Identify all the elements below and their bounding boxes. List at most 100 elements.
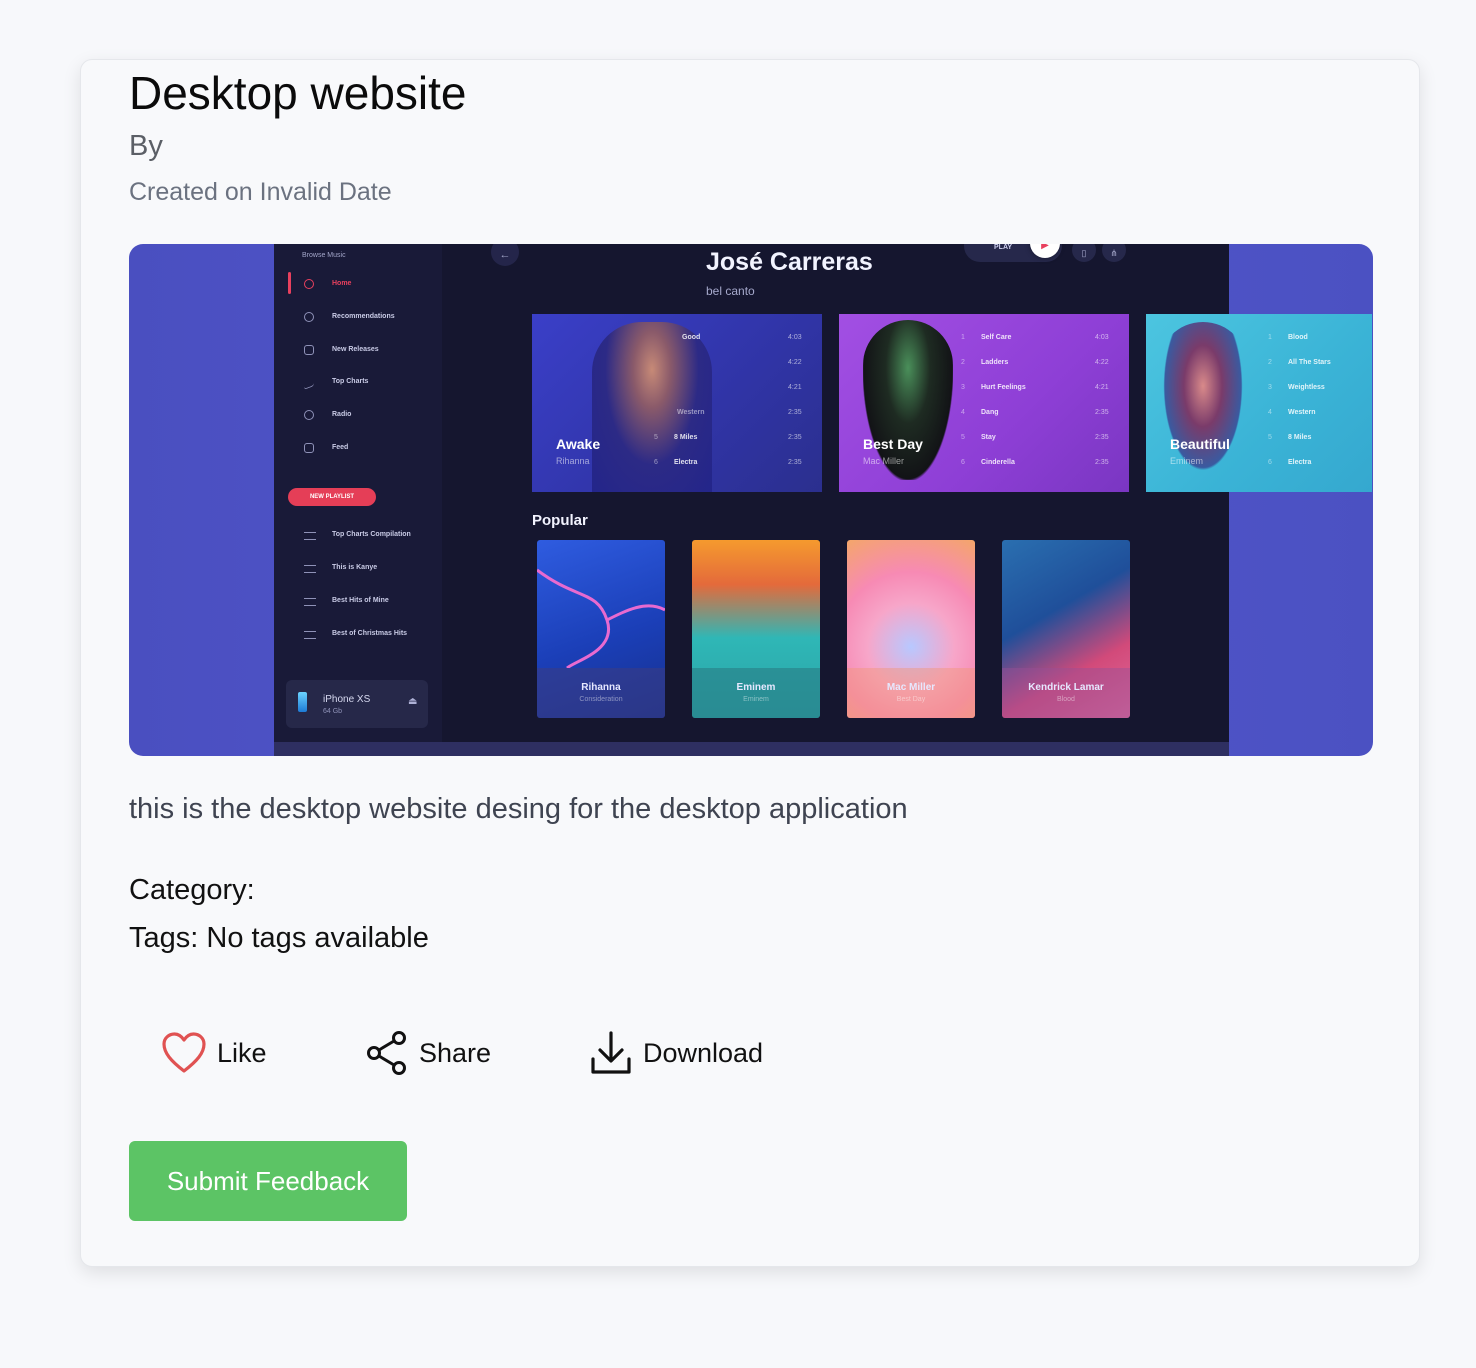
preview-album-artist: Eminem <box>1170 456 1204 466</box>
preview-track-time: 4:21 <box>788 384 802 391</box>
preview-image[interactable]: Browse Music Home Recommendations New Re… <box>129 244 1373 756</box>
post-title: Desktop website <box>129 67 467 119</box>
preview-album-card: Beautiful Eminem 1 Blood 2 All The Stars… <box>1146 314 1372 492</box>
preview-sidebar: Browse Music Home Recommendations New Re… <box>274 244 442 742</box>
preview-popular-subtitle: Consideration <box>579 696 623 703</box>
post-created-date: Created on Invalid Date <box>129 178 392 206</box>
preview-play-control: PLAY ▶ <box>964 244 1062 262</box>
preview-track: Weightless <box>1288 384 1325 391</box>
preview-sidebar-heading: Browse Music <box>302 252 346 259</box>
share-small-icon: ⋔ <box>1102 244 1126 262</box>
preview-track-number: 5 <box>654 434 658 441</box>
like-label: Like <box>217 1037 267 1068</box>
preview-popular-subtitle: Blood <box>1057 696 1075 703</box>
preview-track: All The Stars <box>1288 359 1331 366</box>
play-icon: ▶ <box>1030 244 1060 258</box>
preview-nav-feed: Feed <box>332 444 349 451</box>
preview-track: Electra <box>1288 459 1312 466</box>
album-portrait-image <box>592 322 712 492</box>
preview-popular-card: Rihanna Consideration <box>537 540 665 718</box>
preview-track-number: 4 <box>1268 409 1272 416</box>
preview-track-time: 4:03 <box>788 334 802 341</box>
heart-icon <box>162 1032 206 1073</box>
playlist-icon <box>304 565 316 573</box>
eject-icon: ⏏ <box>408 696 418 707</box>
preview-popular-footer <box>1002 668 1130 718</box>
preview-track-time: 2:35 <box>1095 409 1109 416</box>
preview-album-artist: Mac Miller <box>863 456 905 466</box>
radio-icon <box>304 410 314 420</box>
preview-track-number: 4 <box>961 409 965 416</box>
trending-icon <box>304 376 314 390</box>
preview-popular-art <box>537 568 665 668</box>
preview-track: Blood <box>1288 334 1308 341</box>
preview-device-name: iPhone XS <box>323 694 371 705</box>
submit-feedback-button[interactable]: Submit Feedback <box>129 1141 407 1221</box>
download-button[interactable]: Download <box>589 1028 763 1078</box>
playlist-icon <box>304 532 316 540</box>
preview-track-number: 5 <box>1268 434 1272 441</box>
preview-track: Ladders <box>981 359 1009 366</box>
preview-track: 8 Miles <box>1288 434 1312 441</box>
post-author: By <box>129 130 163 162</box>
preview-nav-top-charts: Top Charts <box>332 378 369 385</box>
preview-track: Hurt Feelings <box>981 384 1026 391</box>
preview-active-indicator <box>288 272 291 294</box>
preview-track: Electra <box>674 459 698 466</box>
preview-track-number: 3 <box>1268 384 1272 391</box>
preview-track-time: 2:35 <box>788 434 802 441</box>
preview-device-storage: 64 Gb <box>323 708 343 715</box>
preview-track-number: 6 <box>961 459 965 466</box>
download-icon <box>591 1031 631 1074</box>
preview-track-time: 4:22 <box>788 359 802 366</box>
preview-app-window: Browse Music Home Recommendations New Re… <box>274 244 1372 742</box>
post-tags: Tags: No tags available <box>129 922 429 954</box>
preview-popular-footer <box>537 668 665 718</box>
post-category: Category: <box>129 874 255 906</box>
share-label: Share <box>419 1037 492 1068</box>
preview-playlist-item: Best of Christmas Hits <box>332 630 408 637</box>
playlist-icon <box>304 631 316 639</box>
preview-track-time: 2:35 <box>1095 459 1109 466</box>
share-button[interactable]: Share <box>365 1028 491 1078</box>
preview-playlist-item: Top Charts Compilation <box>332 531 411 538</box>
like-button[interactable]: Like <box>161 1028 267 1078</box>
preview-track-number: 3 <box>961 384 965 391</box>
preview-nav-recommendations: Recommendations <box>332 313 395 320</box>
preview-popular-title: Rihanna <box>581 682 621 693</box>
preview-player-bar <box>274 742 1229 756</box>
preview-popular-card: Eminem Eminem <box>692 540 820 718</box>
preview-play-label: PLAY <box>994 244 1013 251</box>
preview-track-time: 4:22 <box>1095 359 1109 366</box>
preview-device-card: iPhone XS 64 Gb ⏏ <box>286 680 428 728</box>
post-description: this is the desktop website desing for t… <box>129 793 908 825</box>
preview-nav-radio: Radio <box>332 411 352 418</box>
calendar-icon <box>304 345 314 355</box>
preview-track-time: 2:35 <box>788 409 802 416</box>
playlist-icon <box>304 598 316 606</box>
preview-playlist-item: Best Hits of Mine <box>332 597 389 604</box>
preview-track-number: 2 <box>961 359 965 366</box>
preview-track: Dang <box>981 409 999 416</box>
preview-track-time: 2:35 <box>788 459 802 466</box>
back-arrow-icon: ← <box>491 244 519 266</box>
preview-album-title: Beautiful <box>1170 436 1230 452</box>
preview-track: Western <box>1288 409 1316 416</box>
preview-popular-footer <box>692 668 820 718</box>
preview-popular-heading: Popular <box>532 512 588 529</box>
preview-popular-title: Eminem <box>736 682 776 693</box>
preview-artist-genre: bel canto <box>706 284 755 298</box>
bookmark-icon: ▯ <box>1072 244 1096 262</box>
phone-icon <box>298 692 307 712</box>
home-icon <box>304 279 314 289</box>
preview-track-number: 6 <box>654 459 658 466</box>
preview-album-artist: Rihanna <box>556 456 590 466</box>
preview-track: Self Care <box>981 334 1012 341</box>
preview-nav-new-releases: New Releases <box>332 346 379 353</box>
preview-artist-name: José Carreras <box>706 248 873 276</box>
preview-popular-subtitle: Best Day <box>896 696 926 703</box>
preview-popular-card: Mac Miller Best Day <box>847 540 975 718</box>
preview-popular-footer <box>847 668 975 718</box>
book-icon <box>304 443 314 453</box>
preview-track: 8 Miles <box>674 434 698 441</box>
